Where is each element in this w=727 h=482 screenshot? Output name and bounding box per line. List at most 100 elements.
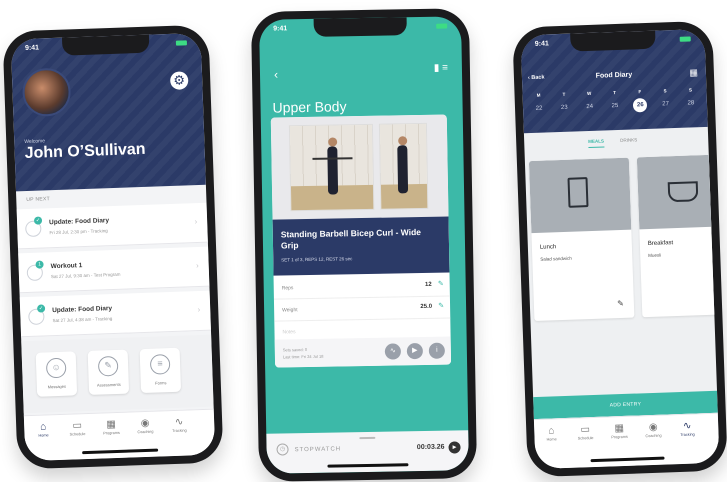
tab-tracking[interactable]: ∿ Tracking [672, 420, 703, 437]
day-number: 25 [611, 102, 619, 110]
battery-icon [679, 36, 691, 42]
calendar-icon: ▭ [580, 424, 591, 436]
calendar-icon: ▭ [72, 420, 83, 432]
exercise-header: Standing Barbell Bicep Curl - Wide Grip … [272, 216, 450, 276]
chevron-right-icon: › [195, 261, 199, 271]
meal-title: Breakfast [647, 240, 674, 248]
day-name: T [613, 90, 616, 96]
target-icon: ◉ [648, 421, 658, 434]
last-time-text: Last time: Fri 24 Jul 18 [282, 353, 324, 360]
meal-image [528, 157, 632, 234]
tab-tracking[interactable]: ∿ Tracking [164, 416, 195, 433]
day-name: S [688, 87, 693, 93]
shortcut-forms[interactable]: ≡ Forms [139, 347, 182, 394]
day-number: 23 [560, 104, 568, 111]
tab-programs[interactable]: ▦ Programs [96, 419, 127, 436]
tab-drinks[interactable]: DRINKS [620, 137, 637, 143]
exercise-title: Standing Barbell Bicep Curl - Wide Grip [280, 227, 422, 251]
day-item[interactable]: W 24 [579, 91, 600, 115]
weight-field[interactable]: Weight 25.0 ✎ [273, 296, 451, 322]
day-item[interactable]: S 27 [655, 88, 676, 112]
field-label: Weight [282, 307, 298, 314]
tab-schedule[interactable]: ▭ Schedule [62, 420, 93, 437]
exercise-meta: SET 1 of 3, REPS 12, REST 26 sec [281, 256, 353, 263]
chat-icon: ☺ [45, 357, 67, 379]
chart-icon[interactable]: ∿ [384, 343, 402, 360]
drag-handle[interactable] [359, 436, 376, 440]
day-name: S [663, 88, 667, 94]
athlete-figure [327, 146, 339, 195]
field-label: Reps [281, 285, 294, 292]
back-arrow-icon[interactable]: ‹ [274, 67, 278, 81]
athlete-head [328, 137, 338, 147]
play-icon[interactable]: ▶ [448, 441, 461, 454]
tab-schedule[interactable]: ▭ Schedule [570, 424, 601, 441]
home-screen: 9:41 ⚙ Welcome John O’Sullivan UP NEXT ✓… [10, 32, 216, 462]
day-item[interactable]: M 22 [529, 92, 550, 116]
document-icon: ≡ [149, 354, 171, 375]
stopwatch-time: 00:03.26 [416, 443, 445, 452]
grid-icon: ▦ [106, 419, 117, 431]
page-title: Food Diary [595, 71, 633, 80]
shortcut-panel: ☺ Messages ✎ Assessments ≡ Forms [21, 334, 214, 414]
task-title: Workout 1 [50, 262, 83, 271]
task-subtitle: Sat 27 Jul, 4:38 am - Tracking [52, 316, 113, 324]
tab-meals[interactable]: MEALS [588, 138, 605, 149]
video-icon[interactable]: ▶ [406, 342, 423, 360]
phone-workout: 9:41 ‹ ▮ ≡ Upper Body Standing Barbell B… [250, 8, 478, 482]
avatar[interactable] [21, 67, 72, 118]
tab-label: Tracking [680, 432, 695, 438]
list-item[interactable]: ✓ Update: Food Diary Sat 27 Jul, 4:38 am… [19, 290, 211, 338]
status-time: 9:41 [534, 40, 549, 48]
showcase-stage: 9:41 ⚙ Welcome John O’Sullivan UP NEXT ✓… [0, 0, 727, 482]
tab-label: Home [546, 437, 557, 442]
meal-card-lunch[interactable]: Lunch Salad sandwich ✎ [528, 157, 635, 322]
day-item[interactable]: T 25 [604, 90, 625, 114]
tab-coaching[interactable]: ◉ Coaching [638, 421, 669, 438]
list-item[interactable]: 1 Workout 1 Sat 27 Jul, 9:30 am - Test P… [18, 246, 210, 294]
calendar-icon[interactable]: ▦ [689, 67, 698, 78]
menu-icon[interactable]: ▮ ≡ [434, 63, 448, 74]
field-label: Notes [282, 329, 296, 336]
day-name: W [586, 90, 592, 97]
shortcut-messages[interactable]: ☺ Messages [35, 351, 78, 397]
chevron-right-icon: › [194, 217, 198, 227]
pencil-icon[interactable]: ✎ [438, 302, 444, 310]
week-strip: M 22 T 23 W 24 T 25 F 26 S 27 S 28 [529, 87, 702, 116]
tab-coaching[interactable]: ◉ Coaching [130, 417, 161, 434]
video-frame-front [288, 123, 375, 212]
day-number: 24 [586, 103, 594, 111]
reps-field[interactable]: Reps 12 ✎ [273, 274, 450, 300]
day-name: M [536, 92, 541, 98]
stopwatch-icon: ◷ [276, 443, 289, 456]
trend-icon: ∿ [682, 420, 692, 432]
tab-programs[interactable]: ▦ Programs [604, 423, 635, 440]
phone-notch [61, 34, 150, 56]
tab-label: Programs [103, 430, 120, 436]
pencil-icon[interactable]: ✎ [438, 280, 444, 288]
target-icon: ◉ [140, 417, 150, 430]
paper-bag-icon [567, 177, 589, 208]
list-item[interactable]: ✓ Update: Food Diary Fri 28 Jul, 2:30 pm… [16, 202, 208, 250]
day-name: F [638, 89, 642, 95]
stopwatch-label: STOPWATCH [294, 446, 342, 454]
info-icon[interactable]: i [428, 342, 445, 359]
pencil-icon[interactable]: ✎ [617, 299, 624, 308]
exercise-video[interactable] [270, 114, 449, 220]
video-frame-side [378, 122, 429, 210]
phone-notch [570, 30, 656, 52]
battery-icon [436, 23, 448, 29]
bowl-icon [667, 181, 699, 203]
day-item[interactable]: T 23 [554, 92, 575, 116]
day-item-selected[interactable]: F 26 [630, 89, 651, 113]
day-number: 27 [662, 101, 670, 108]
day-number: 28 [687, 100, 695, 107]
tab-label: Schedule [577, 436, 594, 441]
gear-icon[interactable]: ⚙ [169, 71, 189, 90]
tab-home[interactable]: ⌂ Home [28, 421, 59, 438]
day-item[interactable]: S 28 [680, 87, 701, 111]
shortcut-assessments[interactable]: ✎ Assessments [87, 349, 130, 395]
meal-card-breakfast[interactable]: Breakfast Muesli [636, 153, 720, 318]
grid-icon: ▦ [614, 422, 625, 435]
tab-home[interactable]: ⌂ Home [536, 425, 567, 442]
